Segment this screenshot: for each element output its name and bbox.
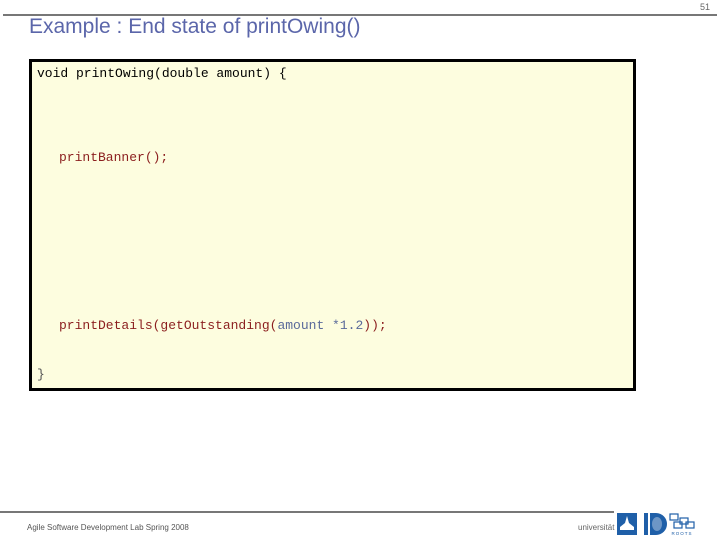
code-box: void printOwing(double amount) { printBa… <box>29 59 636 391</box>
footer-course-text: Agile Software Development Lab Spring 20… <box>27 523 189 532</box>
bottom-rule <box>0 511 614 513</box>
code-line-signature: void printOwing(double amount) { <box>37 66 287 81</box>
iai-logo-icon <box>644 513 667 535</box>
code-line-closing-brace: } <box>37 367 45 382</box>
roots-logo-icon: ROOTS <box>669 513 695 536</box>
code-line-print-banner: printBanner(); <box>59 150 169 165</box>
roots-logo-label: ROOTS <box>671 531 692 536</box>
university-bonn-logo-icon <box>617 513 637 535</box>
code-call-suffix: )); <box>363 318 387 333</box>
page-number: 51 <box>699 2 710 12</box>
code-argument: amount *1.2 <box>277 318 364 333</box>
code-call-prefix: printDetails(getOutstanding( <box>59 318 278 333</box>
slide-title: Example : End state of printOwing() <box>29 15 361 38</box>
code-line-print-details: printDetails(getOutstanding(amount *1.2)… <box>59 318 387 333</box>
